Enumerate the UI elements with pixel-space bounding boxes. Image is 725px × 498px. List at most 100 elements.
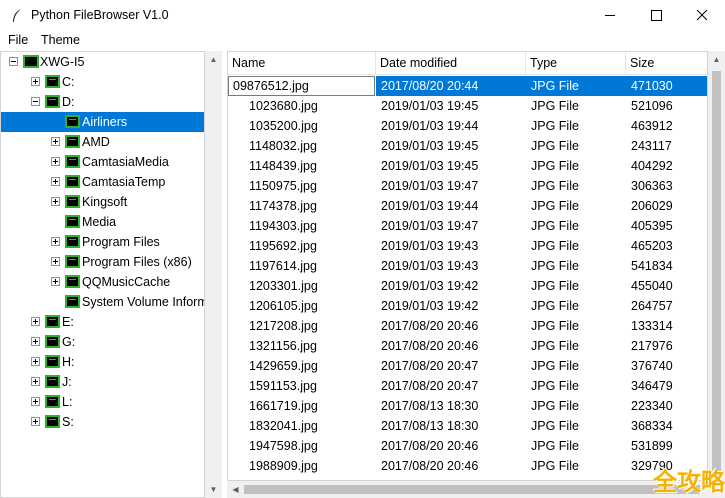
list-horizontal-scrollbar[interactable]: ◀ — [227, 481, 708, 498]
cell-size: 306363 — [631, 179, 673, 193]
table-row[interactable]: 1661719.jpg 2017/08/13 18:30 JPG File 22334… — [228, 396, 707, 416]
cell-size: 541834 — [631, 259, 673, 273]
expand-icon[interactable] — [51, 137, 60, 146]
tree-item[interactable]: S: — [1, 412, 204, 432]
cell-name: 1035200.jpg — [249, 119, 318, 133]
folder-icon — [65, 215, 80, 228]
tree-item[interactable]: E: — [1, 312, 204, 332]
cell-size: 206029 — [631, 199, 673, 213]
tree-item[interactable]: XWG-I5 — [1, 52, 204, 72]
folder-icon — [45, 415, 60, 428]
cell-date: 2017/08/20 20:44 — [381, 79, 479, 93]
expand-icon[interactable] — [31, 357, 40, 366]
list-vertical-scrollbar[interactable]: ▲ — [708, 51, 725, 481]
column-header-name[interactable]: Name — [228, 52, 376, 75]
cell-type: JPG File — [531, 199, 579, 213]
expand-icon[interactable] — [51, 257, 60, 266]
maximize-button[interactable] — [633, 0, 679, 31]
folder-icon — [45, 95, 60, 108]
cell-date: 2017/08/20 20:47 — [381, 359, 479, 373]
tree-item-label: G: — [62, 335, 76, 349]
file-list[interactable]: Name Date modified Type Size 09876512.jp… — [227, 51, 708, 481]
tree-scrollbar[interactable]: ▲ ▼ — [205, 51, 222, 498]
table-row[interactable]: 1429659.jpg 2017/08/20 20:47 JPG File 37674… — [228, 356, 707, 376]
column-header-type[interactable]: Type — [526, 52, 626, 75]
tree-item[interactable]: H: — [1, 352, 204, 372]
expand-icon[interactable] — [31, 417, 40, 426]
table-row[interactable]: 1023680.jpg 2019/01/03 19:45 JPG File 52109… — [228, 96, 707, 116]
window-title: Python FileBrowser V1.0 — [31, 8, 169, 22]
tree-item-label: QQMusicCache — [82, 275, 171, 289]
cell-name: 1023680.jpg — [249, 99, 318, 113]
minimize-button[interactable] — [587, 0, 633, 31]
expand-icon[interactable] — [31, 337, 40, 346]
table-row[interactable]: 1591153.jpg 2017/08/20 20:47 JPG File 34647… — [228, 376, 707, 396]
cell-name: 1321156.jpg — [249, 339, 317, 353]
column-header-size[interactable]: Size — [626, 52, 707, 75]
scrollbar-thumb[interactable] — [244, 485, 700, 494]
scroll-up-icon[interactable]: ▲ — [205, 51, 222, 68]
folder-icon — [45, 355, 60, 368]
tree-item[interactable]: L: — [1, 392, 204, 412]
table-row[interactable]: 1148032.jpg 2019/01/03 19:45 JPG File 24311… — [228, 136, 707, 156]
expand-icon[interactable] — [51, 277, 60, 286]
table-row[interactable]: 1194303.jpg 2019/01/03 19:47 JPG File 40539… — [228, 216, 707, 236]
menu-theme[interactable]: Theme — [41, 33, 80, 47]
watermark: 全攻略 — [653, 469, 725, 496]
table-row[interactable]: 1035200.jpg 2019/01/03 19:44 JPG File 46391… — [228, 116, 707, 136]
table-row[interactable]: 1150975.jpg 2019/01/03 19:47 JPG File 30636… — [228, 176, 707, 196]
expand-icon[interactable] — [31, 397, 40, 406]
cell-type: JPG File — [531, 459, 579, 473]
cell-date: 2017/08/20 20:46 — [381, 319, 479, 333]
expand-icon[interactable] — [31, 77, 40, 86]
cell-type: JPG File — [531, 179, 579, 193]
collapse-icon[interactable] — [31, 97, 40, 106]
table-row[interactable]: 1206105.jpg 2019/01/03 19:42 JPG File 26475… — [228, 296, 707, 316]
tree-item[interactable]: C: — [1, 72, 204, 92]
table-row[interactable]: 1832041.jpg 2017/08/13 18:30 JPG File 36833… — [228, 416, 707, 436]
tree-item[interactable]: AMD — [1, 132, 204, 152]
folder-tree[interactable]: XWG-I5 C: D: Airliners AMD CamtasiaMedia Camta… — [0, 51, 205, 498]
table-row[interactable]: 1195692.jpg 2019/01/03 19:43 JPG File 46520… — [228, 236, 707, 256]
scroll-up-icon[interactable]: ▲ — [708, 51, 725, 68]
tree-item[interactable]: D: — [1, 92, 204, 112]
expand-icon[interactable] — [51, 197, 60, 206]
table-row[interactable]: 1203301.jpg 2019/01/03 19:42 JPG File 45504… — [228, 276, 707, 296]
tree-item-label: E: — [62, 315, 74, 329]
tree-item[interactable]: Kingsoft — [1, 192, 204, 212]
table-row[interactable]: 1217208.jpg 2017/08/20 20:46 JPG File 13331… — [228, 316, 707, 336]
tree-item[interactable]: QQMusicCache — [1, 272, 204, 292]
scrollbar-thumb[interactable] — [712, 71, 721, 471]
tree-item[interactable]: CamtasiaTemp — [1, 172, 204, 192]
folder-icon — [65, 295, 80, 308]
tree-item[interactable]: CamtasiaMedia — [1, 152, 204, 172]
tree-item[interactable]: Program Files (x86) — [1, 252, 204, 272]
close-button[interactable] — [679, 0, 725, 31]
menu-file[interactable]: File — [8, 33, 28, 47]
tree-item[interactable]: Program Files — [1, 232, 204, 252]
scroll-left-icon[interactable]: ◀ — [227, 481, 244, 498]
column-header-date[interactable]: Date modified — [376, 52, 526, 75]
tree-item[interactable]: System Volume Information — [1, 292, 204, 312]
expand-icon[interactable] — [51, 157, 60, 166]
expand-icon[interactable] — [51, 177, 60, 186]
collapse-icon[interactable] — [9, 57, 18, 66]
table-row[interactable]: 09876512.jpg 2017/08/20 20:44 JPG File 4710… — [228, 76, 707, 96]
tree-item[interactable]: Media — [1, 212, 204, 232]
expand-icon[interactable] — [31, 377, 40, 386]
scroll-down-icon[interactable]: ▼ — [205, 481, 222, 498]
table-row[interactable]: 1148439.jpg 2019/01/03 19:45 JPG File 40429… — [228, 156, 707, 176]
tree-item-label: Program Files (x86) — [82, 255, 192, 269]
tree-item[interactable]: G: — [1, 332, 204, 352]
table-row[interactable]: 1197614.jpg 2019/01/03 19:43 JPG File 54183… — [228, 256, 707, 276]
expand-icon[interactable] — [51, 237, 60, 246]
tree-item[interactable]: J: — [1, 372, 204, 392]
table-row[interactable]: 1321156.jpg 2017/08/20 20:46 JPG File 21797… — [228, 336, 707, 356]
table-row[interactable]: 1947598.jpg 2017/08/20 20:46 JPG File 53189… — [228, 436, 707, 456]
expand-icon[interactable] — [31, 317, 40, 326]
tree-item[interactable]: Airliners — [1, 112, 204, 132]
table-row[interactable]: 1174378.jpg 2019/01/03 19:44 JPG File 20602… — [228, 196, 707, 216]
tree-item-label: XWG-I5 — [40, 55, 85, 69]
cell-date: 2019/01/03 19:45 — [381, 99, 479, 113]
table-row[interactable]: 1988909.jpg 2017/08/20 20:46 JPG File 32979… — [228, 456, 707, 476]
